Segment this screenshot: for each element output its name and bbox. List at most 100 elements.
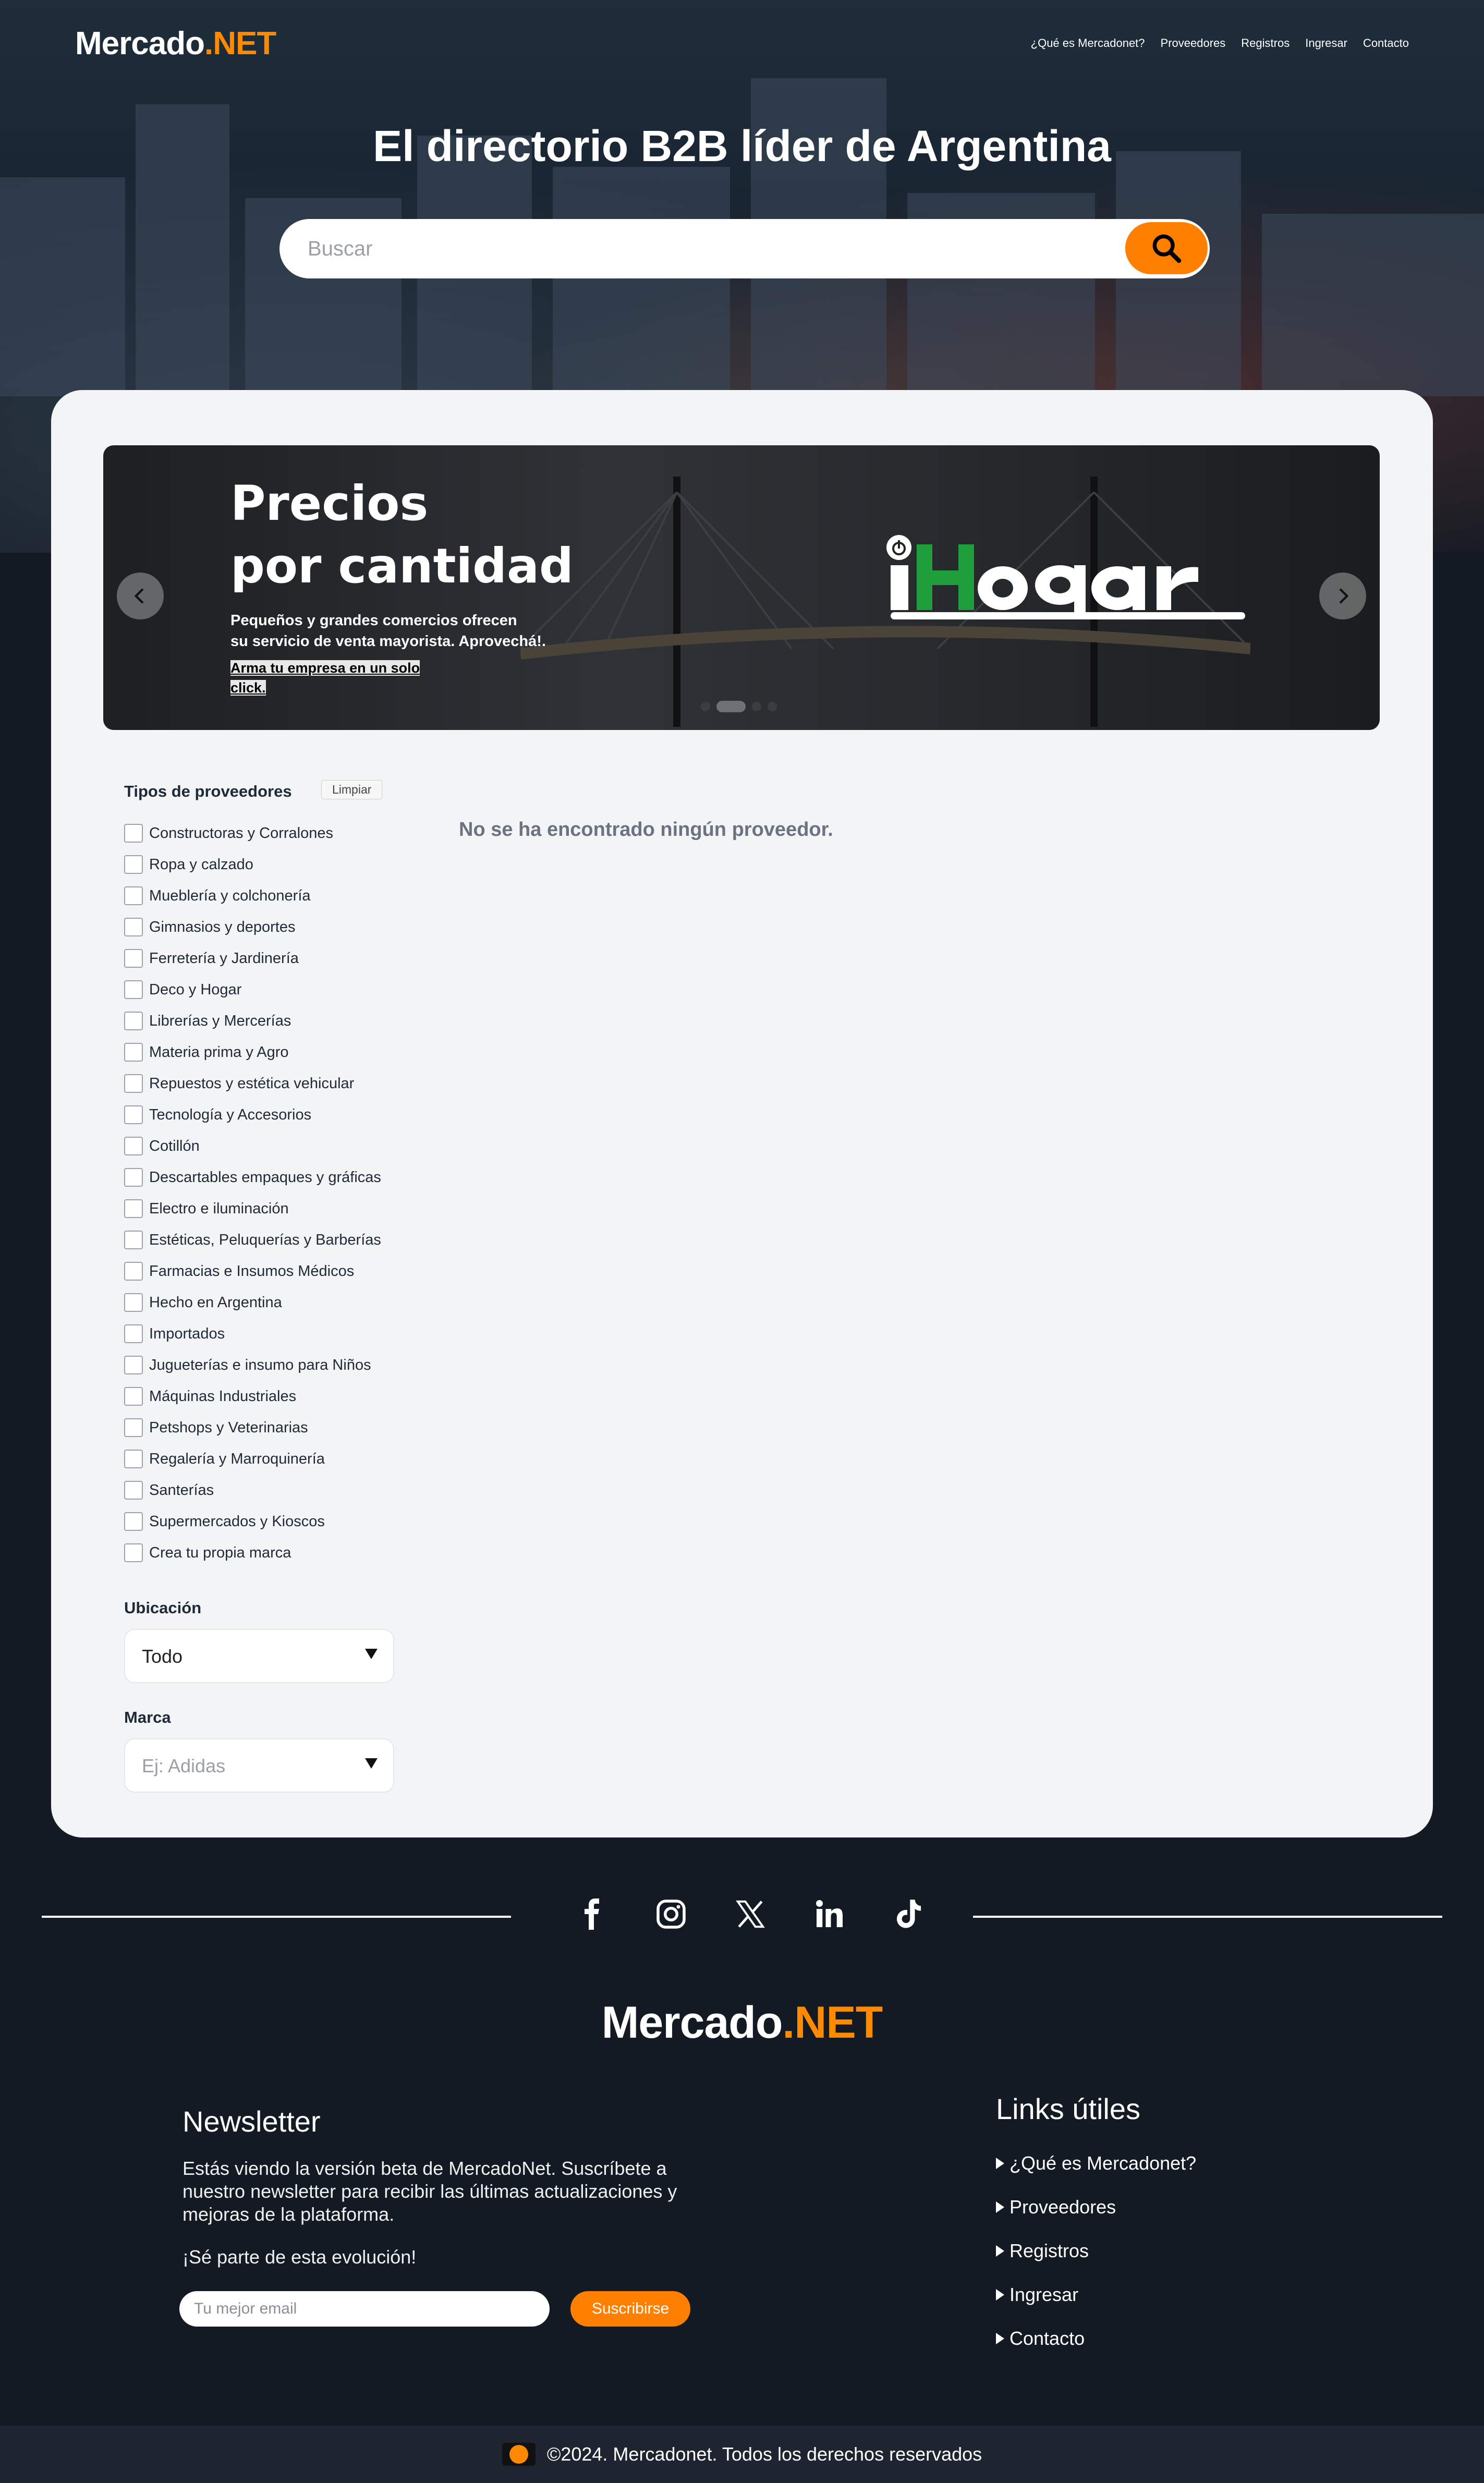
filter-checkbox[interactable] [124,886,143,905]
filter-option[interactable]: Cotillón [124,1130,395,1162]
footer-link-login[interactable]: Ingresar [996,2273,1196,2317]
filter-checkbox[interactable] [124,824,143,843]
footer-link-label: ¿Qué es Mercadonet? [1009,2152,1197,2174]
carousel-dot[interactable] [768,702,777,711]
filter-option[interactable]: Mueblería y colchonería [124,880,395,911]
filter-option[interactable]: Petshops y Veterinarias [124,1412,395,1443]
nav-link-register[interactable]: Registros [1241,36,1290,50]
caret-down-icon [365,1649,378,1659]
carousel-next-button[interactable] [1319,573,1366,619]
filter-checkbox[interactable] [124,855,143,874]
footer-link-providers[interactable]: Proveedores [996,2185,1196,2229]
filter-option[interactable]: Hecho en Argentina [124,1287,395,1318]
filter-checkbox[interactable] [124,1324,143,1343]
filter-option[interactable]: Supermercados y Kioscos [124,1506,395,1537]
newsletter-text-2: ¡Sé parte de esta evolución! [183,2246,417,2268]
nav-link-about[interactable]: ¿Qué es Mercadonet? [1031,36,1145,50]
email-input[interactable] [194,2291,538,2327]
instagram-icon[interactable] [653,1896,689,1932]
footer-link-about[interactable]: ¿Qué es Mercadonet? [996,2141,1196,2185]
filter-checkbox[interactable] [124,1418,143,1437]
search-button[interactable] [1125,222,1208,274]
nav-link-contact[interactable]: Contacto [1363,36,1409,50]
banner-cta-line2: click. [230,680,266,696]
filter-option-label: Electro e iluminación [149,1200,289,1217]
banner-cta-link[interactable]: Arma tu empresa en un solo click. [230,658,420,698]
carousel-dot[interactable] [752,702,761,711]
filter-option[interactable]: Tecnología y Accesorios [124,1099,395,1130]
banner-title: Precios por cantidad [230,472,574,598]
filter-option[interactable]: Jugueterías e insumo para Niños [124,1349,395,1381]
filter-checkbox[interactable] [124,1168,143,1187]
filter-checkbox[interactable] [124,1012,143,1030]
footer-link-register[interactable]: Registros [996,2229,1196,2273]
footer-link-label: Ingresar [1009,2284,1079,2305]
filter-checkbox[interactable] [124,918,143,936]
chevron-right-icon [1339,588,1349,604]
filter-option[interactable]: Ferretería y Jardinería [124,943,395,974]
filter-option-label: Gimnasios y deportes [149,918,296,935]
triangle-right-icon [996,2245,1004,2257]
carousel-dot[interactable] [701,702,710,711]
linkedin-icon[interactable] [811,1896,848,1932]
filter-checkbox[interactable] [124,1481,143,1500]
filter-checkbox[interactable] [124,1199,143,1218]
location-label: Ubicación [124,1599,202,1617]
filter-option[interactable]: Descartables empaques y gráficas [124,1162,395,1193]
filter-option-label: Estéticas, Peluquerías y Barberías [149,1231,381,1248]
filter-option[interactable]: Gimnasios y deportes [124,911,395,943]
filter-checkbox[interactable] [124,1043,143,1062]
footer-logo[interactable]: Mercado.NET [0,1997,1484,2049]
filter-option[interactable]: Materia prima y Agro [124,1037,395,1068]
filter-checkbox[interactable] [124,1137,143,1155]
location-select[interactable]: Todo [124,1629,394,1683]
footer-link-contact[interactable]: Contacto [996,2317,1196,2360]
carousel-prev-button[interactable] [117,573,164,619]
filter-checkbox[interactable] [124,1512,143,1531]
filter-option[interactable]: Santerías [124,1475,395,1506]
filter-option[interactable]: Crea tu propia marca [124,1537,395,1568]
site-logo[interactable]: Mercado.NET [75,25,276,62]
nav-link-providers[interactable]: Proveedores [1161,36,1226,50]
filter-option[interactable]: Regalería y Marroquinería [124,1443,395,1475]
filter-checkbox[interactable] [124,1356,143,1374]
brand-select[interactable]: Ej: Adidas [124,1738,394,1793]
filter-option[interactable]: Librerías y Mercerías [124,1005,395,1037]
filter-option[interactable]: Ropa y calzado [124,849,395,880]
filter-option[interactable]: Deco y Hogar [124,974,395,1005]
filter-checkbox[interactable] [124,1293,143,1312]
filter-checkbox[interactable] [124,1074,143,1093]
subscribe-button[interactable]: Suscribirse [570,2291,690,2327]
nav-link-login[interactable]: Ingresar [1305,36,1347,50]
filter-checkbox[interactable] [124,980,143,999]
carousel-dot-active[interactable] [716,701,746,712]
filter-option[interactable]: Importados [124,1318,395,1349]
filter-checkbox[interactable] [124,1387,143,1406]
search-input[interactable] [308,219,1090,278]
clear-filters-button[interactable]: Limpiar [321,780,383,799]
filter-option-label: Constructoras y Corralones [149,824,333,842]
useful-links: Links útiles ¿Qué es Mercadonet? Proveed… [996,2092,1196,2360]
filter-option[interactable]: Farmacias e Insumos Médicos [124,1256,395,1287]
filter-option[interactable]: Máquinas Industriales [124,1381,395,1412]
banner-subtitle-line1: Pequeños y grandes comercios ofrecen [230,612,517,629]
filter-checkbox[interactable] [124,1105,143,1124]
filter-checkbox[interactable] [124,1450,143,1468]
x-icon[interactable] [732,1896,769,1932]
filter-option[interactable]: Repuestos y estética vehicular [124,1068,395,1099]
ihogar-logo [886,535,1245,619]
filter-checkbox[interactable] [124,1543,143,1562]
tiktok-icon[interactable] [891,1896,927,1932]
banner-title-line2: por cantidad [230,538,574,594]
filter-checkbox[interactable] [124,1231,143,1249]
filter-checkbox[interactable] [124,949,143,968]
empty-results-message: No se ha encontrado ningún proveedor. [459,819,833,841]
filter-option[interactable]: Constructoras y Corralones [124,818,395,849]
provider-type-list: Constructoras y Corralones Ropa y calzado… [124,818,395,1568]
filter-option[interactable]: Electro e iluminación [124,1193,395,1224]
facebook-icon[interactable] [574,1896,610,1932]
search-icon [1152,234,1182,263]
filter-checkbox[interactable] [124,1262,143,1281]
footer-divider-right [973,1916,1442,1918]
filter-option[interactable]: Estéticas, Peluquerías y Barberías [124,1224,395,1256]
